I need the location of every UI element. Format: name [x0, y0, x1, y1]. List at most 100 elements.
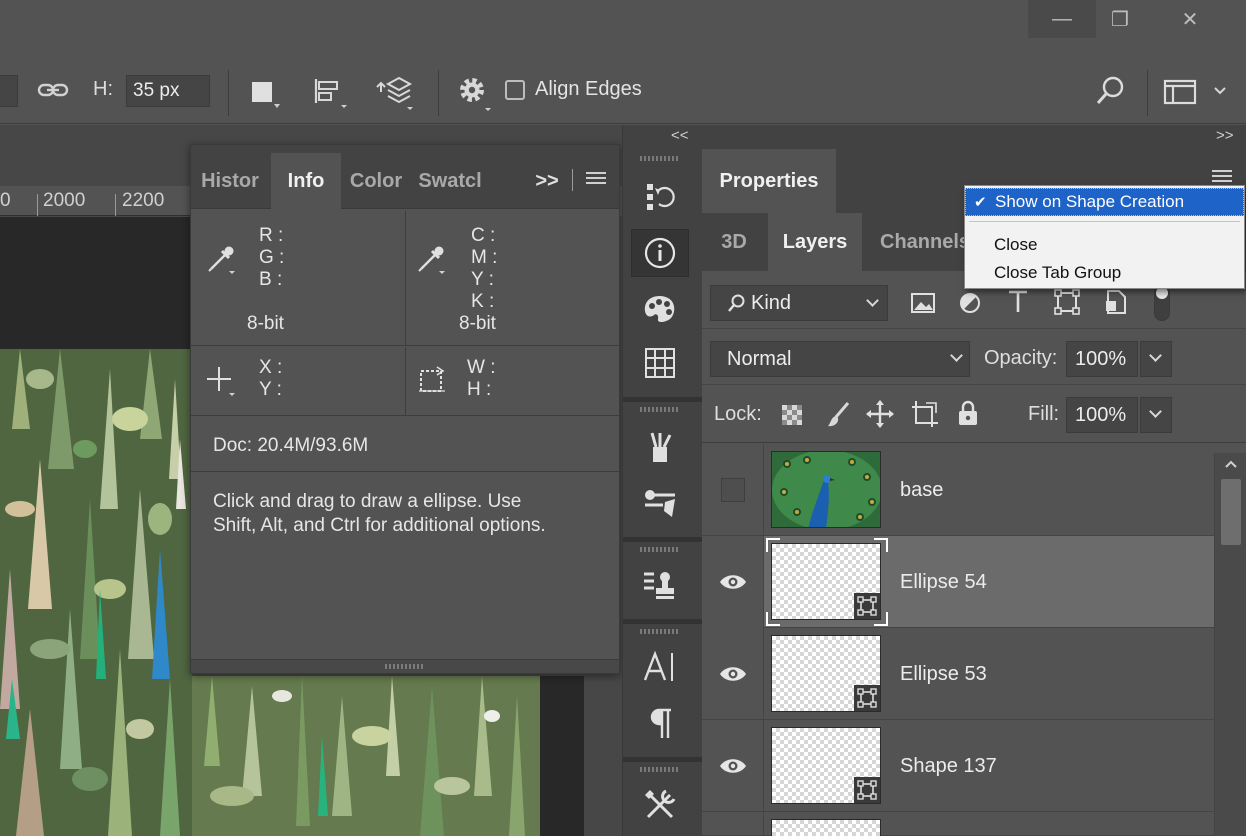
workspace-icon[interactable]: [1163, 78, 1197, 111]
drag-grip[interactable]: [640, 156, 680, 161]
search-icon[interactable]: [1094, 74, 1128, 113]
divider: [438, 70, 439, 116]
panel-menu-icon[interactable]: [586, 171, 606, 192]
opacity-field[interactable]: 100%: [1066, 341, 1138, 377]
fill-field[interactable]: 100%: [1066, 397, 1138, 433]
b-label: B :: [259, 269, 283, 290]
visibility-toggle[interactable]: [702, 812, 764, 836]
visibility-toggle[interactable]: [702, 720, 764, 812]
layer-row-base[interactable]: base: [702, 444, 1214, 536]
visibility-toggle[interactable]: [702, 444, 764, 536]
drag-grip[interactable]: [640, 407, 680, 412]
brushes-icon[interactable]: [631, 423, 689, 471]
visibility-toggle[interactable]: [702, 628, 764, 720]
filter-toggle[interactable]: [1154, 285, 1170, 321]
layer-row-ellipse-54[interactable]: Ellipse 54: [702, 536, 1214, 628]
k-label: K :: [471, 291, 495, 312]
collapse-dock-button[interactable]: >>: [1216, 127, 1234, 144]
divider: [405, 211, 406, 345]
gear-icon[interactable]: [456, 74, 496, 114]
height-field[interactable]: 35 px: [126, 75, 210, 107]
restore-icon: ❐: [1111, 8, 1129, 31]
expand-tabs-button[interactable]: >>: [533, 153, 561, 209]
paragraph-icon[interactable]: [631, 699, 689, 747]
scroll-up-icon[interactable]: [1224, 459, 1238, 469]
menu-item-show-on-shape-creation[interactable]: ✔ Show on Shape Creation: [965, 188, 1244, 216]
layer-name: Ellipse 53: [900, 662, 987, 685]
collapse-panels-button[interactable]: <<: [671, 127, 689, 144]
tab-info[interactable]: Info: [271, 153, 341, 209]
filter-kind-select[interactable]: Kind: [710, 285, 888, 321]
menu-item-close[interactable]: Close: [965, 231, 1244, 259]
ruler-tick-label: 0: [0, 190, 11, 211]
swatches-grid-icon[interactable]: [631, 339, 689, 387]
menu-item-close-tab-group[interactable]: Close Tab Group: [965, 259, 1244, 287]
x-label: X :: [259, 357, 283, 378]
layer-row-partial[interactable]: [702, 812, 1214, 836]
path-operations-icon[interactable]: [250, 80, 280, 108]
shape-filter-icon[interactable]: [1054, 289, 1080, 320]
divider: [623, 397, 703, 402]
tab-3d[interactable]: 3D: [702, 213, 766, 271]
layers-scrollbar[interactable]: [1214, 453, 1246, 836]
link-icon[interactable]: [36, 76, 70, 109]
close-window-button[interactable]: ✕: [1156, 0, 1224, 38]
smart-object-filter-icon[interactable]: [1104, 289, 1128, 320]
xy-labels: X : Y :: [259, 357, 282, 401]
drag-grip[interactable]: [640, 629, 680, 634]
align-edges-label: Align Edges: [535, 78, 642, 100]
path-arrangement-icon[interactable]: [374, 74, 418, 112]
layer-thumbnail: [771, 635, 881, 712]
clone-source-icon[interactable]: [631, 561, 689, 609]
eyedropper-icon[interactable]: [415, 241, 449, 280]
history-icon[interactable]: [631, 173, 689, 221]
pasteboard: [540, 676, 584, 836]
layer-row-shape-137[interactable]: Shape 137: [702, 720, 1214, 812]
peacock-thumbnail-icon: [772, 452, 880, 527]
photoshop-window: — ❐ ✕ H: 35 px Align Edges 0 2000 2200 H…: [0, 0, 1246, 836]
drag-grip[interactable]: [640, 767, 680, 772]
divider: [405, 347, 406, 415]
tools-icon[interactable]: [631, 781, 689, 829]
tab-swatches[interactable]: Swatcl: [413, 153, 487, 209]
divider: [228, 70, 229, 116]
align-edges-checkbox[interactable]: [505, 80, 525, 100]
resize-handle[interactable]: [191, 659, 619, 673]
scroll-thumb[interactable]: [1221, 479, 1241, 545]
tab-properties[interactable]: Properties: [702, 149, 836, 213]
opacity-label: Opacity:: [984, 347, 1058, 369]
adjustment-filter-icon[interactable]: [958, 291, 982, 320]
width-field[interactable]: [0, 75, 18, 107]
tab-history[interactable]: Histor: [191, 153, 269, 209]
layer-name: Ellipse 54: [900, 570, 987, 593]
path-alignment-icon[interactable]: [312, 76, 348, 110]
brush-settings-icon[interactable]: [631, 479, 689, 527]
lock-all-icon[interactable]: [956, 399, 980, 432]
color-palette-icon[interactable]: [631, 285, 689, 333]
restore-button[interactable]: ❐: [1086, 0, 1154, 38]
type-filter-icon[interactable]: [1006, 289, 1030, 320]
layer-thumbnail: [771, 819, 881, 836]
c-label: C :: [471, 225, 496, 246]
info-icon[interactable]: [631, 229, 689, 277]
divider: [623, 757, 703, 762]
layer-row-ellipse-53[interactable]: Ellipse 53: [702, 628, 1214, 720]
chevron-down-icon[interactable]: [1212, 84, 1228, 102]
lock-position-icon[interactable]: [866, 399, 894, 434]
tab-color[interactable]: Color: [343, 153, 409, 209]
blend-mode-select[interactable]: Normal: [710, 341, 970, 377]
eyedropper-icon[interactable]: [205, 241, 239, 280]
lock-pixels-icon[interactable]: [826, 401, 852, 434]
lock-transparent-icon[interactable]: [780, 403, 804, 432]
tab-channels[interactable]: Channels: [866, 213, 978, 271]
r-label: R :: [259, 225, 284, 246]
layer-thumbnail: [771, 451, 881, 528]
visibility-toggle[interactable]: [702, 536, 764, 628]
lock-artboard-icon[interactable]: [910, 399, 940, 434]
bit-depth-left: 8-bit: [247, 313, 284, 334]
divider: [191, 345, 619, 346]
drag-grip[interactable]: [640, 547, 680, 552]
tab-layers[interactable]: Layers: [768, 213, 862, 271]
character-icon[interactable]: [631, 643, 689, 691]
image-filter-icon[interactable]: [910, 291, 936, 320]
